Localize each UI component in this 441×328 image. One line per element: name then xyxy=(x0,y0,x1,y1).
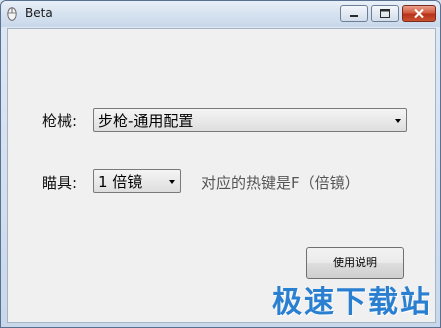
maximize-button[interactable] xyxy=(371,5,399,22)
gun-select[interactable]: 步枪-通用配置 xyxy=(93,108,407,132)
chevron-down-icon xyxy=(169,180,175,184)
close-icon xyxy=(414,8,424,19)
gun-label: 枪械: xyxy=(42,112,78,130)
maximize-icon xyxy=(380,9,390,18)
hotkey-hint: 对应的热键是F（倍镜） xyxy=(201,174,360,192)
mouse-icon xyxy=(7,7,17,21)
watermark-logo: 极速下载站 xyxy=(272,285,432,320)
help-button[interactable]: 使用说明 xyxy=(306,247,404,279)
minimize-button[interactable] xyxy=(340,5,368,22)
minimize-icon xyxy=(350,15,358,17)
close-button[interactable] xyxy=(402,5,436,22)
title-bar[interactable]: Beta xyxy=(1,1,440,27)
gun-select-value: 步枪-通用配置 xyxy=(98,112,194,130)
chevron-down-icon xyxy=(395,119,401,123)
scope-select-value: 1 倍镜 xyxy=(98,173,143,191)
scope-label: 瞄具: xyxy=(42,174,78,192)
window-title: Beta xyxy=(25,6,53,20)
app-window: Beta 枪械: 步枪-通用配置 瞄具: 1 倍镜 对应的热键是F（倍镜） 使用… xyxy=(0,0,441,328)
scope-select[interactable]: 1 倍镜 xyxy=(93,169,181,193)
